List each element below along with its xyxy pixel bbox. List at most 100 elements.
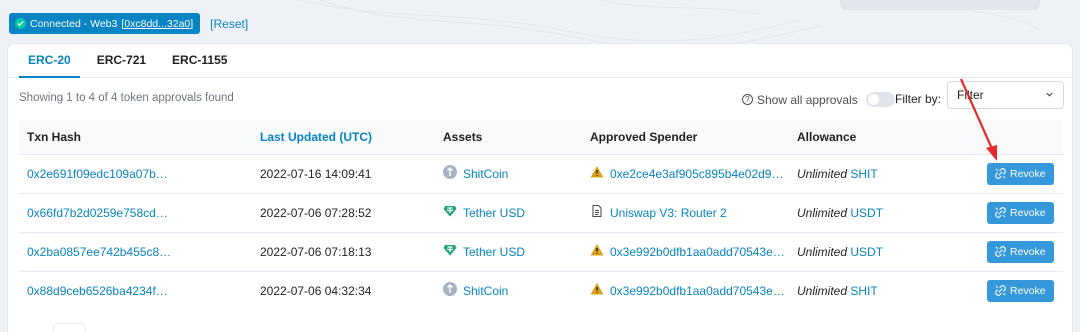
spender-link[interactable]: Uniswap V3: Router 2	[610, 206, 727, 220]
warning-icon	[590, 243, 604, 260]
txn-hash-link[interactable]: 0x66fd7b2d0259e758cd…	[27, 206, 168, 220]
spender-cell: 0x3e992b0dfb1aa0add70543ed0…	[582, 271, 789, 310]
tether-icon	[443, 204, 457, 221]
allowance-token-link[interactable]: USDT	[850, 245, 883, 259]
show-all-approvals: ? Show all approvals	[742, 92, 895, 107]
coin-icon	[443, 165, 457, 182]
revoke-button[interactable]: Revoke	[987, 240, 1054, 263]
revoke-label: Revoke	[1010, 167, 1046, 180]
last-updated-cell: 2022-07-06 04:32:34	[260, 283, 372, 298]
revoke-label: Revoke	[1010, 284, 1046, 297]
token-approvals-card: ERC-20 ERC-721 ERC-1155 Showing 1 to 4 o…	[7, 43, 1073, 332]
action-cell: Revoke	[967, 193, 1063, 232]
asset-cell: Tether USD	[435, 232, 582, 271]
allowance-cell: Unlimited SHIT	[789, 154, 967, 193]
spender-link[interactable]: 0x3e992b0dfb1aa0add70543ed0…	[610, 284, 789, 298]
warning-icon	[590, 165, 604, 182]
tab-erc721[interactable]: ERC-721	[88, 44, 155, 78]
question-circle-icon: ?	[742, 94, 753, 105]
allowance-token-link[interactable]: SHIT	[850, 284, 877, 298]
table-row: 0x88d9ceb6526ba4234f… 2022-07-06 04:32:34…	[19, 271, 1063, 310]
last-updated-cell: 2022-07-06 07:18:13	[260, 244, 372, 259]
column-header-action	[967, 120, 1063, 154]
action-cell: Revoke	[967, 232, 1063, 271]
chevron-down-icon	[1046, 92, 1053, 97]
revoke-button[interactable]: Revoke	[987, 201, 1054, 224]
allowance-type: Unlimited	[797, 283, 848, 298]
coin-icon	[443, 282, 457, 299]
column-header-last-updated[interactable]: Last Updated (UTC)	[252, 120, 435, 154]
approvals-table: Txn Hash Last Updated (UTC) Assets Appro…	[19, 120, 1063, 310]
spender-link[interactable]: 0x3e992b0dfb1aa0add70543ed0…	[610, 245, 789, 259]
background-shape	[840, 0, 1040, 10]
allowance-cell: Unlimited USDT	[789, 232, 967, 271]
revoke-button[interactable]: Revoke	[987, 162, 1054, 185]
txn-hash-cell: 0x88d9ceb6526ba4234f…	[19, 271, 252, 310]
asset-cell: ShitCoin	[435, 154, 582, 193]
txn-hash-cell: 0x2e691f09edc109a07b…	[19, 154, 252, 193]
txn-hash-cell: 0x2ba0857ee742b455c8…	[19, 232, 252, 271]
allowance-token-link[interactable]: SHIT	[850, 167, 877, 181]
tab-erc20[interactable]: ERC-20	[19, 44, 80, 78]
tab-erc1155[interactable]: ERC-1155	[163, 44, 236, 78]
connection-status: Connected - Web3	[30, 17, 118, 30]
revoke-label: Revoke	[1010, 206, 1046, 219]
unlink-icon	[995, 246, 1006, 257]
table-row: 0x66fd7b2d0259e758cd… 2022-07-06 07:28:52…	[19, 193, 1063, 232]
allowance-token-link[interactable]: USDT	[850, 206, 883, 220]
asset-link[interactable]: ShitCoin	[463, 167, 508, 181]
toggle-knob	[867, 94, 879, 105]
txn-hash-link[interactable]: 0x88d9ceb6526ba4234f…	[27, 284, 168, 298]
filter-select[interactable]: Filter	[947, 81, 1064, 109]
allowance-type: Unlimited	[797, 244, 848, 259]
txn-hash-link[interactable]: 0x2ba0857ee742b455c8…	[27, 245, 171, 259]
last-updated-cell: 2022-07-16 14:09:41	[260, 166, 372, 181]
results-summary: Showing 1 to 4 of 4 token approvals foun…	[19, 92, 234, 104]
table-row: 0x2e691f09edc109a07b… 2022-07-16 14:09:41…	[19, 154, 1063, 193]
show-all-toggle[interactable]	[865, 92, 895, 107]
spender-cell: 0xe2ce4e3af905c895b4e02d954f…	[582, 154, 789, 193]
reset-link[interactable]: [Reset]	[210, 17, 248, 31]
spender-link[interactable]: 0xe2ce4e3af905c895b4e02d954f…	[610, 167, 789, 181]
last-updated-cell: 2022-07-06 07:28:52	[260, 205, 372, 220]
allowance-cell: Unlimited USDT	[789, 193, 967, 232]
connection-bar: Connected - Web3 [0xc8dd...32a0] [Reset]	[9, 13, 248, 34]
unlink-icon	[995, 168, 1006, 179]
page-size-select[interactable]	[53, 323, 86, 332]
table-controls: Showing 1 to 4 of 4 token approvals foun…	[8, 78, 1072, 120]
check-circle-icon	[15, 18, 26, 29]
revoke-label: Revoke	[1010, 245, 1046, 258]
column-header-approved-spender: Approved Spender	[590, 129, 698, 144]
wallet-address-link[interactable]: [0xc8dd...32a0]	[121, 18, 193, 30]
spender-cell: Uniswap V3: Router 2	[582, 193, 789, 232]
txn-hash-cell: 0x66fd7b2d0259e758cd…	[19, 193, 252, 232]
revoke-button[interactable]: Revoke	[987, 279, 1054, 302]
allowance-type: Unlimited	[797, 166, 848, 181]
document-icon	[590, 204, 604, 221]
unlink-icon	[995, 207, 1006, 218]
allowance-type: Unlimited	[797, 205, 848, 220]
filter-label: Filter by:	[895, 92, 942, 106]
asset-link[interactable]: Tether USD	[463, 206, 525, 220]
asset-link[interactable]: ShitCoin	[463, 284, 508, 298]
connection-badge: Connected - Web3 [0xc8dd...32a0]	[9, 13, 201, 34]
asset-cell: Tether USD	[435, 193, 582, 232]
table-header-row: Txn Hash Last Updated (UTC) Assets Appro…	[19, 120, 1063, 154]
column-header-assets: Assets	[443, 129, 483, 144]
warning-icon	[590, 282, 604, 299]
token-standard-tabs: ERC-20 ERC-721 ERC-1155	[8, 44, 1072, 78]
table-row: 0x2ba0857ee742b455c8… 2022-07-06 07:18:13…	[19, 232, 1063, 271]
show-all-label: Show all approvals	[757, 92, 858, 107]
txn-hash-link[interactable]: 0x2e691f09edc109a07b…	[27, 167, 168, 181]
tether-icon	[443, 243, 457, 260]
action-cell: Revoke	[967, 271, 1063, 310]
column-header-allowance: Allowance	[797, 129, 857, 144]
filter-selected-value: Filter	[957, 88, 984, 102]
unlink-icon	[995, 285, 1006, 297]
column-header-txn-hash: Txn Hash	[27, 129, 82, 144]
action-cell: Revoke	[967, 154, 1063, 193]
asset-link[interactable]: Tether USD	[463, 245, 525, 259]
spender-cell: 0x3e992b0dfb1aa0add70543ed0…	[582, 232, 789, 271]
allowance-cell: Unlimited SHIT	[789, 271, 967, 310]
asset-cell: ShitCoin	[435, 271, 582, 310]
